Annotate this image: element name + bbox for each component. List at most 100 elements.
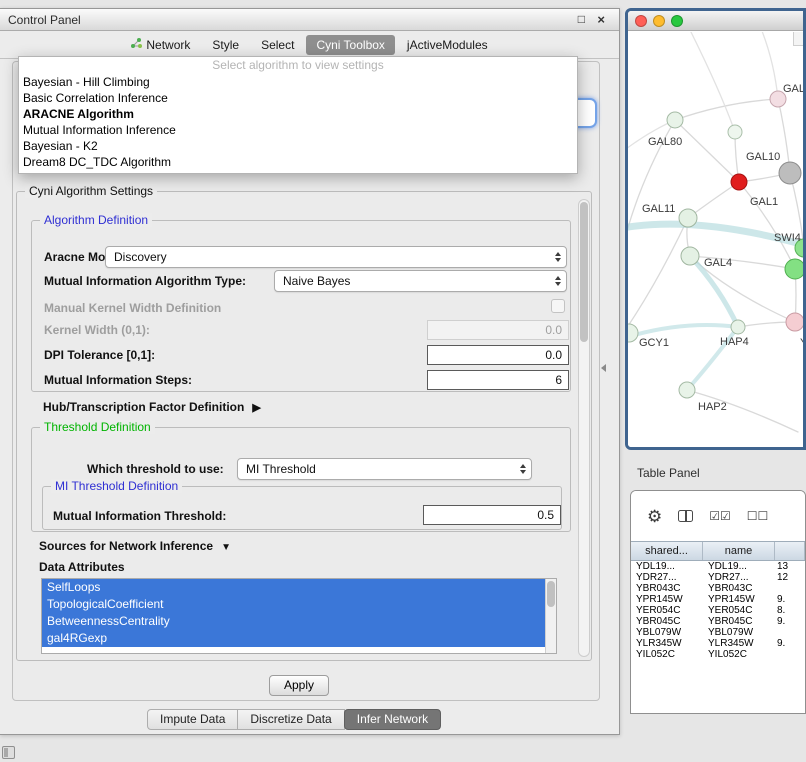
list-scrollbar-thumb[interactable] — [547, 581, 555, 607]
mi-type-label: Mutual Information Algorithm Type: — [44, 274, 246, 288]
sources-toggle[interactable]: Sources for Network Inference▼ — [39, 539, 231, 553]
chevron-right-icon[interactable]: ▶ — [252, 402, 260, 414]
aracne-mode-combobox[interactable]: Discovery — [105, 246, 567, 268]
network-node-gal1[interactable] — [731, 174, 747, 190]
panel-toggle-icon[interactable] — [2, 746, 15, 759]
table-row[interactable]: YDL19...YDL19...13 — [631, 561, 805, 572]
table-cell: 9. — [775, 638, 805, 649]
network-node-gcy1[interactable] — [628, 324, 638, 342]
close-traffic-light[interactable] — [635, 15, 647, 27]
data-attribute-item-gal4rgexp[interactable]: gal4RGexp — [42, 630, 545, 647]
tab-label: Select — [261, 38, 294, 52]
kernel-width-field[interactable]: 0.0 — [427, 320, 569, 340]
network-node-gal4[interactable] — [681, 247, 699, 265]
table-row[interactable]: YBL079WYBL079W — [631, 627, 805, 638]
cyni-algorithm-settings-group: Cyni Algorithm Settings Algorithm Defini… — [16, 191, 592, 661]
network-node-gal10[interactable] — [728, 125, 742, 139]
deselect-all-icon[interactable]: ☐☐ — [747, 509, 769, 523]
algorithm-option-bayesian-hill-climbing[interactable]: Bayesian - Hill Climbing — [19, 74, 577, 90]
algorithm-dropdown-popup: Select algorithm to view settings Bayesi… — [18, 56, 578, 174]
select-all-icon[interactable]: ☑☑ — [709, 509, 731, 523]
combo-arrows-icon — [550, 271, 566, 291]
network-edge[interactable] — [628, 218, 688, 332]
column-selector-icon[interactable] — [678, 510, 693, 522]
hub-definition-toggle[interactable]: Hub/Transcription Factor Definition▶ — [43, 400, 261, 414]
mi-steps-label: Mutual Information Steps: — [44, 373, 192, 387]
network-node-hap2[interactable] — [679, 382, 695, 398]
gear-icon[interactable]: ⚙ — [647, 508, 662, 525]
algorithm-option-mutual-information-inference[interactable]: Mutual Information Inference — [19, 122, 577, 138]
dpi-tolerance-field[interactable]: 0.0 — [427, 345, 569, 365]
bottom-tab-impute-data[interactable]: Impute Data — [147, 709, 238, 730]
tab-label: jActiveModules — [407, 38, 488, 52]
column-header-shared-[interactable]: shared... — [631, 542, 703, 560]
mi-algorithm-type-combobox[interactable]: Naive Bayes — [274, 270, 567, 292]
tab-select[interactable]: Select — [251, 35, 304, 55]
network-canvas[interactable]: GALGAL80GAL10GAL1GAL11GAL4SWI4HAP4GCY1HA… — [628, 32, 803, 447]
algorithm-option-basic-correlation-inference[interactable]: Basic Correlation Inference — [19, 90, 577, 106]
mi-steps-field[interactable]: 6 — [427, 370, 569, 390]
data-attributes-list[interactable]: SelfLoopsTopologicalCoefficientBetweenne… — [41, 578, 557, 654]
algorithm-option-bayesian-k2[interactable]: Bayesian - K2 — [19, 138, 577, 154]
tab-jactivemodules[interactable]: jActiveModules — [397, 35, 498, 55]
tab-network[interactable]: Network — [121, 35, 200, 55]
network-edge[interactable] — [760, 32, 778, 99]
network-node-hap4[interactable] — [731, 320, 745, 334]
which-threshold-combobox[interactable]: MI Threshold — [237, 458, 532, 480]
column-header-name[interactable]: name — [703, 542, 775, 560]
chevron-down-icon[interactable]: ▼ — [221, 542, 231, 553]
table-row[interactable]: YBR045CYBR045C9. — [631, 616, 805, 627]
close-window-icon[interactable]: × — [597, 12, 605, 27]
table-row[interactable]: YIL052CYIL052C — [631, 649, 805, 660]
float-window-icon[interactable]: □ — [578, 12, 585, 26]
table-row[interactable]: YER054CYER054C8. — [631, 605, 805, 616]
tab-cyni-toolbox[interactable]: Cyni Toolbox — [306, 35, 394, 55]
table-cell: 9. — [775, 594, 805, 605]
table-cell: 9. — [775, 616, 805, 627]
table-cell: 13 — [775, 561, 805, 572]
data-attribute-item-topologicalcoefficient[interactable]: TopologicalCoefficient — [42, 596, 545, 613]
network-node-gal80[interactable] — [667, 112, 683, 128]
table-cell: YBL079W — [631, 627, 703, 638]
column-header[interactable] — [775, 542, 805, 560]
network-node-gal11[interactable] — [679, 209, 697, 227]
network-node[interactable] — [779, 162, 801, 184]
table-cell: YPR145W — [703, 594, 775, 605]
mi-threshold-value: 0.5 — [537, 508, 554, 522]
table-cell: YDL19... — [703, 561, 775, 572]
splitter-collapse-icon[interactable] — [601, 364, 606, 372]
data-attribute-item-betweennesscentrality[interactable]: BetweennessCentrality — [42, 613, 545, 630]
bottom-tab-infer-network[interactable]: Infer Network — [344, 709, 441, 730]
apply-button[interactable]: Apply — [269, 675, 329, 696]
data-attribute-item-selfloops[interactable]: SelfLoops — [42, 579, 545, 596]
control-panel-tab-bar: Network Style Select Cyni Toolbox jActiveMod… — [0, 31, 619, 59]
algorithm-option-dream8-dc-tdc-algorithm[interactable]: Dream8 DC_TDC Algorithm — [19, 154, 577, 170]
zoom-traffic-light[interactable] — [671, 15, 683, 27]
network-edge[interactable] — [688, 32, 735, 132]
minimize-traffic-light[interactable] — [653, 15, 665, 27]
manual-kernel-label: Manual Kernel Width Definition — [44, 301, 221, 315]
table-row[interactable]: YLR345WYLR345W9. — [631, 638, 805, 649]
node-label: HAP4 — [720, 336, 749, 348]
list-scrollbar[interactable] — [545, 579, 556, 653]
kernel-width-value: 0.0 — [545, 323, 562, 337]
network-node[interactable] — [785, 259, 803, 279]
node-label: GAL — [783, 83, 803, 95]
manual-kernel-checkbox[interactable] — [551, 299, 565, 313]
mi-steps-value: 6 — [555, 373, 562, 387]
tab-style[interactable]: Style — [202, 35, 249, 55]
tab-label: Style — [212, 38, 239, 52]
aracne-mode-value: Discovery — [106, 250, 550, 264]
node-label: GAL80 — [648, 136, 682, 148]
node-label: GAL4 — [704, 257, 732, 269]
node-label: Y — [800, 337, 803, 349]
table-cell: YER054C — [703, 605, 775, 616]
mi-threshold-field[interactable]: 0.5 — [423, 505, 561, 525]
table-row[interactable]: YBR043CYBR043C — [631, 583, 805, 594]
table-row[interactable]: YDR27...YDR27...12 — [631, 572, 805, 583]
algorithm-option-aracne-algorithm[interactable]: ARACNE Algorithm — [19, 106, 577, 122]
bottom-tab-discretize-data[interactable]: Discretize Data — [237, 709, 344, 730]
network-node[interactable] — [786, 313, 803, 331]
table-row[interactable]: YPR145WYPR145W9. — [631, 594, 805, 605]
mi-threshold-definition-title: MI Threshold Definition — [51, 479, 182, 493]
